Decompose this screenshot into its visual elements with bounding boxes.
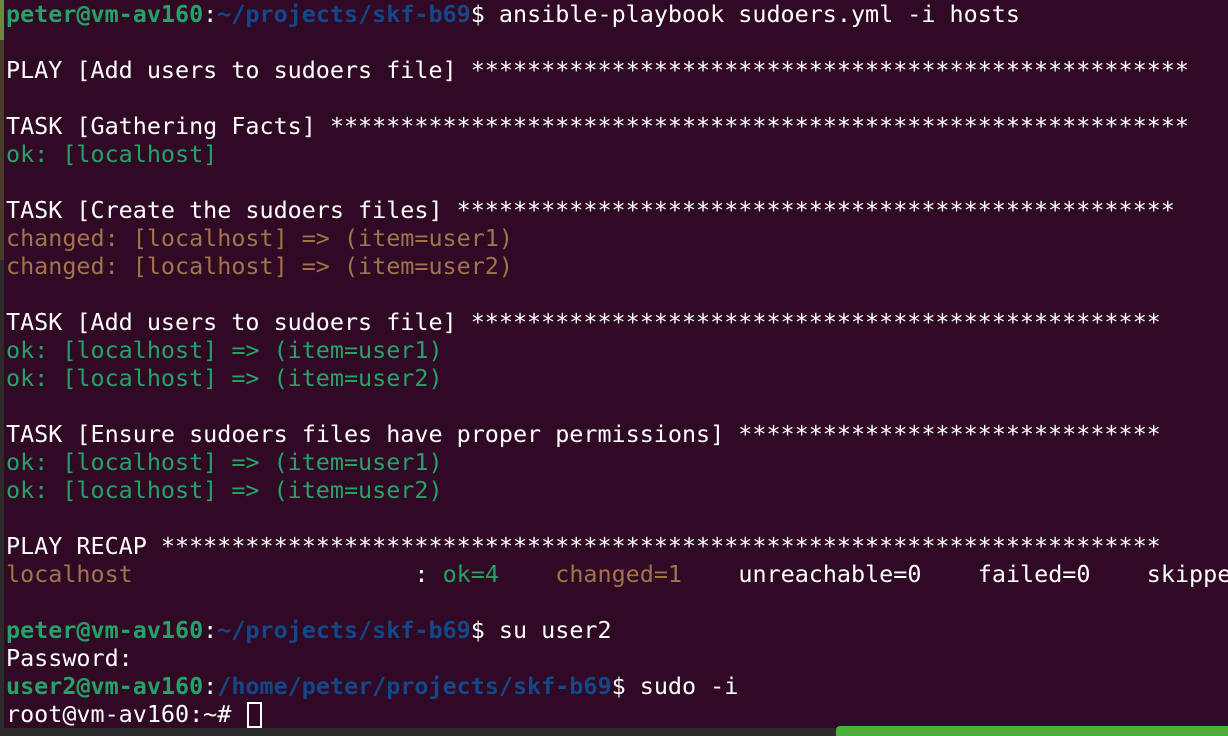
task-result-ok: ok: [localhost] => (item=user1): [6, 336, 443, 364]
task-header: TASK [Gathering Facts] *****************…: [6, 112, 1189, 140]
task-result-ok: ok: [localhost] => (item=user2): [6, 476, 443, 504]
background-green-button: [836, 726, 1228, 736]
prompt-user: peter@vm-av160: [6, 616, 204, 644]
prompt-user: user2@vm-av160: [6, 672, 204, 700]
task-header: TASK [Add users to sudoers file] *******…: [6, 308, 1161, 336]
prompt-separator: :: [203, 672, 218, 700]
command-text: sudo -i: [625, 672, 739, 700]
left-edge-strip: [0, 260, 4, 736]
task-result-changed: changed: [localhost] => (item=user1): [6, 224, 513, 252]
task-header: TASK [Create the sudoers files] ********…: [6, 196, 1175, 224]
recap-colon: :: [414, 560, 443, 588]
task-header: TASK [Ensure sudoers files have proper p…: [6, 420, 1161, 448]
text-cursor[interactable]: [247, 702, 263, 728]
task-result-ok: ok: [localhost] => (item=user2): [6, 364, 443, 392]
recap-unreachable: unreachable=0: [738, 560, 922, 588]
root-prompt-line[interactable]: root@vm-av160:~#: [6, 700, 1228, 728]
recap-header: PLAY RECAP *****************************…: [6, 532, 1161, 560]
recap-changed: changed=1: [555, 560, 683, 588]
task-result-ok: ok: [localhost]: [6, 140, 218, 168]
command-text: ansible-playbook sudoers.yml -i hosts: [484, 0, 1020, 28]
prompt-path: ~/projects/skf-b69: [217, 0, 471, 28]
prompt-symbol: $: [470, 616, 485, 644]
task-result-ok: ok: [localhost] => (item=user1): [6, 448, 443, 476]
left-edge-strip: [0, 40, 4, 260]
root-prompt: root@vm-av160:~#: [6, 700, 246, 728]
terminal-window[interactable]: peter@vm-av160:~/projects/skf-b69$ ansib…: [0, 0, 1228, 736]
prompt-line: peter@vm-av160:~/projects/skf-b69$ su us…: [6, 616, 1228, 644]
prompt-separator: :: [203, 0, 218, 28]
password-prompt: Password:: [6, 644, 133, 672]
recap-ok: ok=4: [442, 560, 499, 588]
terminal-output: peter@vm-av160:~/projects/skf-b69$ ansib…: [6, 0, 1228, 728]
recap-failed: failed=0: [977, 560, 1091, 588]
task-result-changed: changed: [localhost] => (item=user2): [6, 252, 513, 280]
prompt-symbol: $: [611, 672, 626, 700]
left-edge-strip: [0, 0, 4, 40]
prompt-line: peter@vm-av160:~/projects/skf-b69$ ansib…: [6, 0, 1228, 28]
prompt-separator: :: [203, 616, 218, 644]
prompt-path: ~/projects/skf-b69: [217, 616, 471, 644]
recap-line: localhost : ok=4 changed=1 unreachable=0…: [6, 560, 1228, 588]
play-header: PLAY [Add users to sudoers file] *******…: [6, 56, 1189, 84]
prompt-user: peter@vm-av160: [6, 0, 204, 28]
prompt-path: /home/peter/projects/skf-b69: [217, 672, 612, 700]
prompt-line: user2@vm-av160:/home/peter/projects/skf-…: [6, 672, 1228, 700]
command-text: su user2: [484, 616, 612, 644]
recap-host: localhost: [6, 560, 133, 588]
prompt-symbol: $: [470, 0, 485, 28]
recap-skipped: skipped=0: [1146, 560, 1228, 588]
